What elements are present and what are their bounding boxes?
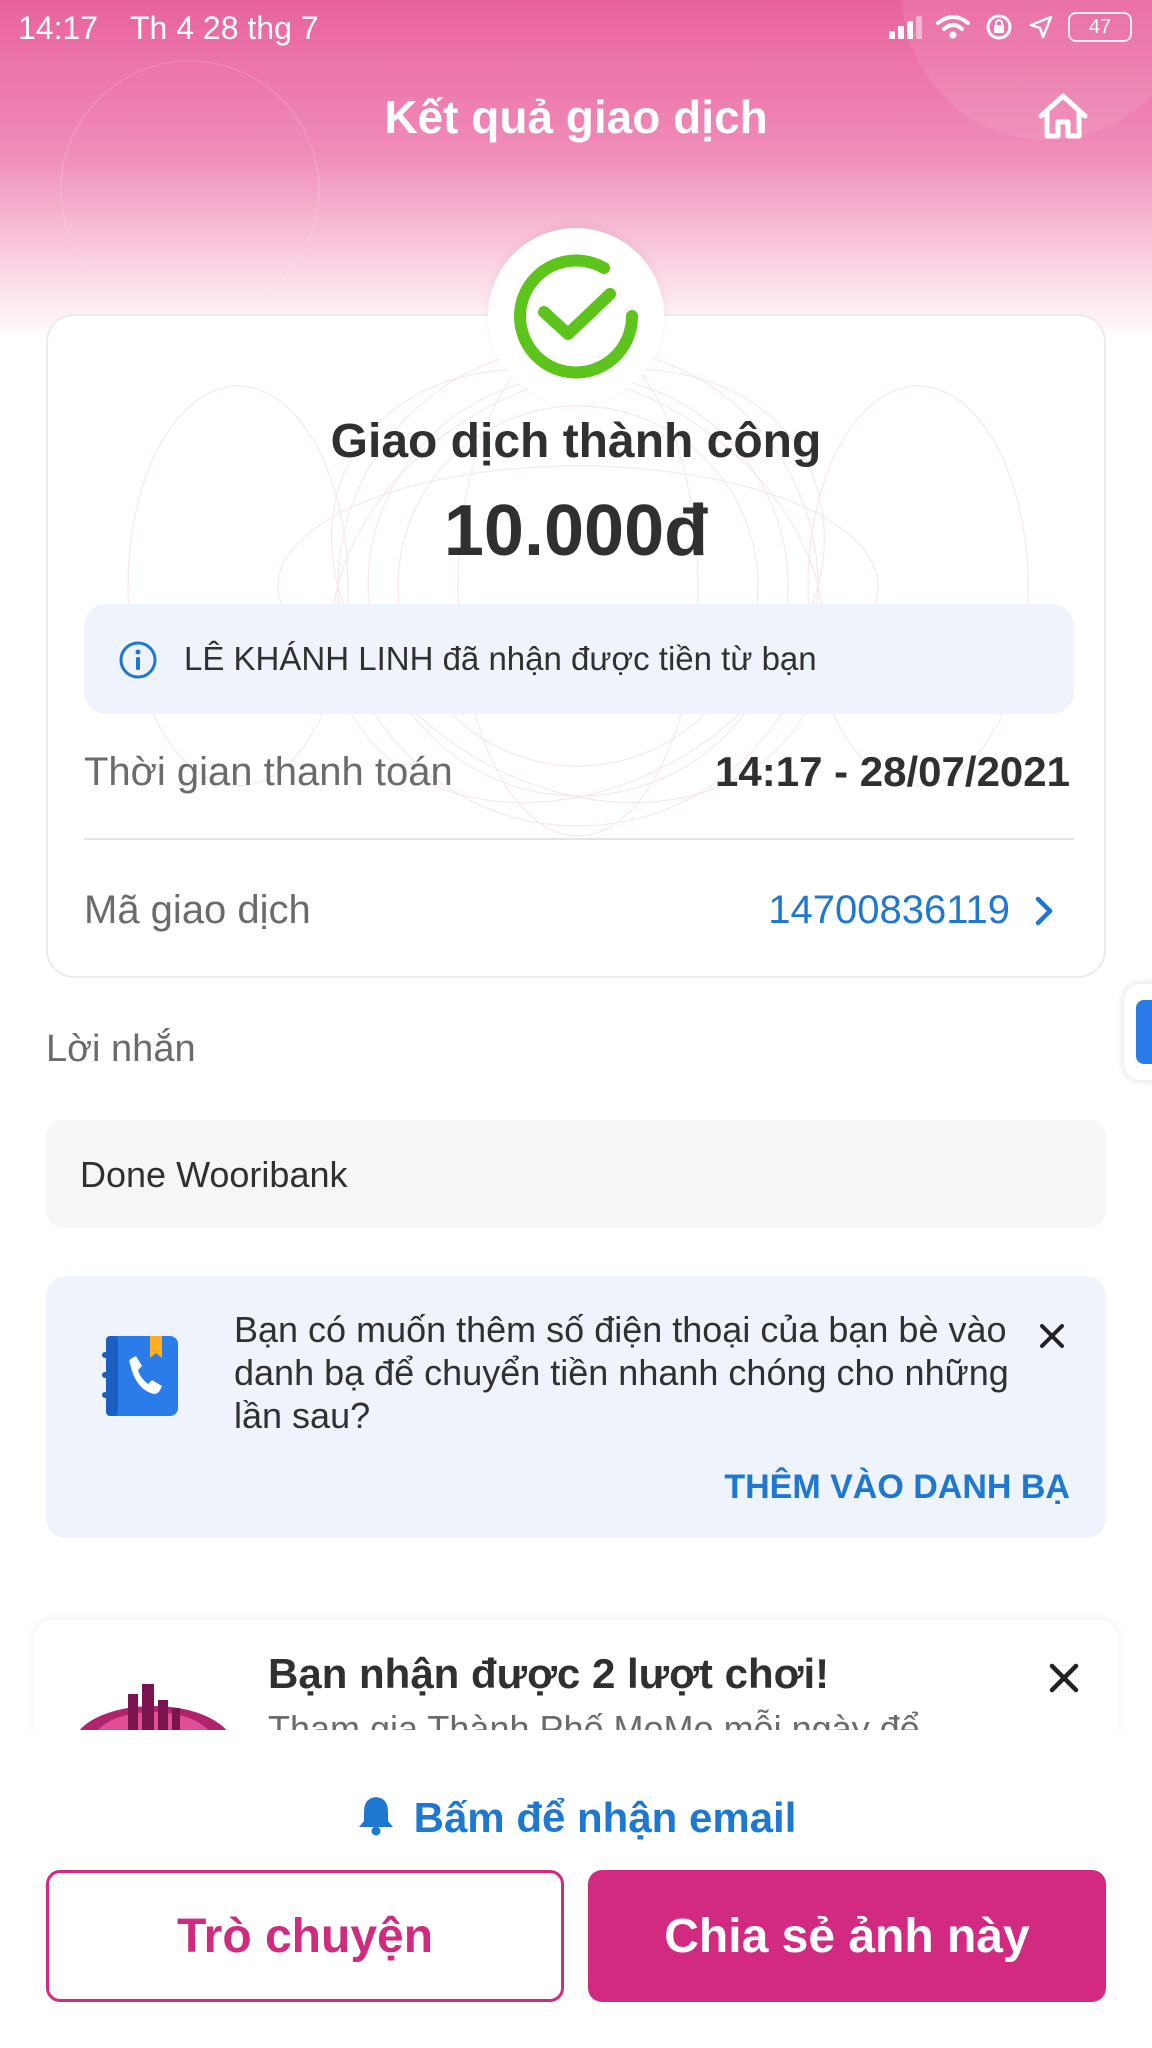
- amount: 10.000đ: [443, 491, 709, 571]
- status-bar: 14:17 Th 4 28 thg 7 47: [0, 0, 1152, 56]
- chevron-right-icon: [1035, 896, 1053, 925]
- bell-icon: [358, 1797, 393, 1836]
- success-title: Giao dịch thành công: [330, 415, 822, 468]
- payment-time-label: Thời gian thanh toán: [84, 750, 453, 794]
- check-circle-icon: [514, 254, 639, 379]
- divider: [84, 838, 1074, 840]
- success-badge: [488, 228, 664, 404]
- transaction-id-label: Mã giao dịch: [84, 888, 311, 932]
- bottom-action-panel: Bấm để nhận email Trò chuyện Chia sẻ ảnh…: [0, 1730, 1152, 2048]
- home-icon[interactable]: [1033, 88, 1093, 144]
- transaction-id-link[interactable]: 14700836119: [768, 888, 1054, 933]
- phonebook-icon: [102, 1336, 178, 1416]
- close-icon[interactable]: [1044, 1658, 1084, 1698]
- message-text: Done Wooribank: [80, 1154, 348, 1195]
- contact-suggestion-box: Bạn có muốn thêm số điện thoại của bạn b…: [46, 1276, 1106, 1538]
- recipient-info-box: LÊ KHÁNH LINH đã nhận được tiền từ bạn: [84, 604, 1074, 714]
- info-icon: [119, 641, 157, 679]
- status-time: 14:17: [18, 10, 99, 46]
- location-icon: [1029, 15, 1053, 39]
- close-icon[interactable]: [1032, 1316, 1072, 1356]
- wifi-icon: [936, 15, 970, 39]
- rotation-lock-icon: [986, 14, 1012, 40]
- page-title: Kết quả giao dịch: [384, 91, 768, 143]
- transaction-id-value: 14700836119: [768, 888, 1010, 932]
- recipient-info-text: LÊ KHÁNH LINH đã nhận được tiền từ bạn: [184, 640, 817, 677]
- status-date: Th 4 28 thg 7: [130, 10, 319, 46]
- chat-button[interactable]: Trò chuyện: [46, 1870, 564, 2002]
- message-label: Lời nhắn: [46, 1028, 196, 1070]
- payment-time-value: 14:17 - 28/07/2021: [715, 748, 1070, 795]
- floating-side-tab[interactable]: [1124, 984, 1152, 1080]
- share-image-button[interactable]: Chia sẻ ảnh này: [588, 1870, 1106, 2002]
- message-box: Done Wooribank: [46, 1120, 1106, 1228]
- email-link-label: Bấm để nhận email: [413, 1794, 797, 1841]
- contact-suggestion-text: Bạn có muốn thêm số điện thoại của bạn b…: [234, 1309, 1009, 1436]
- status-icons: 47: [889, 12, 1132, 42]
- email-receipt-link[interactable]: Bấm để nhận email: [0, 1794, 1152, 1842]
- add-to-contacts-button[interactable]: THÊM VÀO DANH BẠ: [724, 1468, 1070, 1507]
- promo-title: Bạn nhận được 2 lượt chơi!: [268, 1650, 830, 1697]
- battery-icon: 47: [1068, 12, 1132, 42]
- signal-icon: [889, 15, 922, 39]
